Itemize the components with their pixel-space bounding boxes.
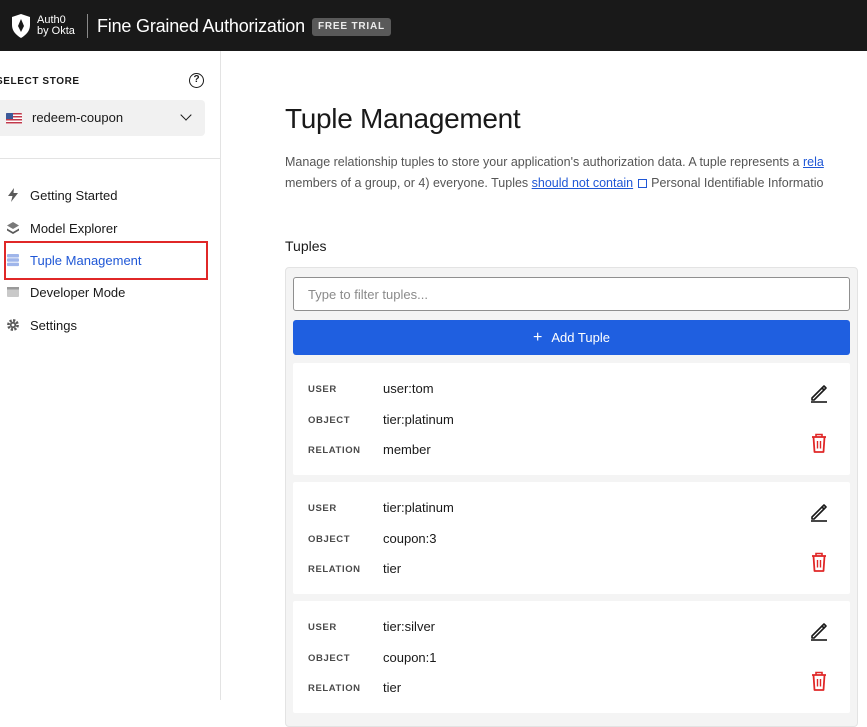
sidebar: SELECT STORE ? redeem-coupon Getting Sta… [0,51,221,700]
tuples-section-title: Tuples [285,238,327,254]
brand-divider [87,14,88,38]
tuple-user-value: user:tom [383,381,434,396]
add-tuple-button[interactable]: + Add Tuple [293,320,850,355]
brand-line-2: by Okta [37,25,75,37]
add-tuple-label: Add Tuple [551,330,610,345]
trial-badge: FREE TRIAL [312,18,391,36]
top-bar: Auth0 by Okta Fine Grained Authorization… [0,0,867,51]
layers-icon [6,221,20,235]
tuple-filter-input[interactable] [293,277,850,311]
user-label: USER [308,384,337,395]
relation-label: RELATION [308,445,361,456]
tuple-card: USER tier:silver OBJECT coupon:1 RELATIO… [293,601,850,713]
tuple-user-value: tier:silver [383,619,436,634]
auth0-logo-icon[interactable] [10,13,32,39]
user-label: USER [308,622,337,633]
tuple-relation-value: tier [383,561,402,576]
edit-icon[interactable] [809,383,829,403]
tuple-user-value: tier:platinum [383,500,454,515]
description-line-1: Manage relationship tuples to store your… [285,152,867,173]
tuple-card: USER tier:platinum OBJECT coupon:3 RELAT… [293,482,850,594]
product-name: Fine Grained Authorization [97,16,305,36]
main-content: Tuple Management Manage relationship tup… [221,51,867,727]
trash-icon[interactable] [809,670,829,692]
sidebar-item-label: Settings [30,317,77,333]
store-selector-value: redeem-coupon [32,110,124,125]
external-link-icon [638,179,648,188]
sidebar-item-settings[interactable]: Settings [0,312,220,338]
relationship-link[interactable]: rela [803,155,824,169]
pii-docs-link[interactable]: should not contain [532,176,633,190]
description-line-2: members of a group, or 4) everyone. Tupl… [285,173,867,194]
brand-text: Auth0 by Okta [37,15,75,37]
select-store-label: SELECT STORE [0,76,80,87]
description-text: Personal Identifiable Informatio [651,176,824,190]
chevron-down-icon [180,109,192,121]
object-label: OBJECT [308,653,351,664]
highlight-annotation [4,241,208,280]
tuple-object-value: coupon:1 [383,650,437,665]
sidebar-item-label: Developer Mode [30,284,126,300]
tuple-card: USER user:tom OBJECT tier:platinum RELAT… [293,363,850,475]
sidebar-item-model-explorer[interactable]: Model Explorer [0,215,220,241]
terminal-icon [6,285,20,299]
description-text: Manage relationship tuples to store your… [285,155,803,169]
help-icon[interactable]: ? [189,73,204,88]
sidebar-divider [0,158,220,159]
page-description: Manage relationship tuples to store your… [285,152,867,194]
tuples-panel: + Add Tuple USER user:tom OBJECT tier:pl… [285,267,858,727]
us-flag-icon [6,113,22,124]
tuple-relation-value: tier [383,680,402,695]
edit-icon[interactable] [809,621,829,641]
tuple-object-value: tier:platinum [383,412,454,427]
gear-icon [6,318,20,332]
edit-icon[interactable] [809,502,829,522]
relation-label: RELATION [308,683,361,694]
page-title: Tuple Management [285,103,521,134]
store-selector[interactable]: redeem-coupon [0,100,205,136]
tuple-relation-value: member [383,442,431,457]
plus-icon: + [533,329,543,346]
description-text: members of a group, or 4) everyone. Tupl… [285,176,532,190]
user-label: USER [308,503,337,514]
sidebar-item-getting-started[interactable]: Getting Started [0,182,220,208]
sidebar-item-label: Getting Started [30,187,118,203]
lightning-icon [6,188,20,202]
sidebar-item-label: Model Explorer [30,220,118,236]
trash-icon[interactable] [809,432,829,454]
trash-icon[interactable] [809,551,829,573]
object-label: OBJECT [308,534,351,545]
object-label: OBJECT [308,415,351,426]
relation-label: RELATION [308,564,361,575]
tuple-object-value: coupon:3 [383,531,437,546]
sidebar-item-developer-mode[interactable]: Developer Mode [0,279,220,305]
